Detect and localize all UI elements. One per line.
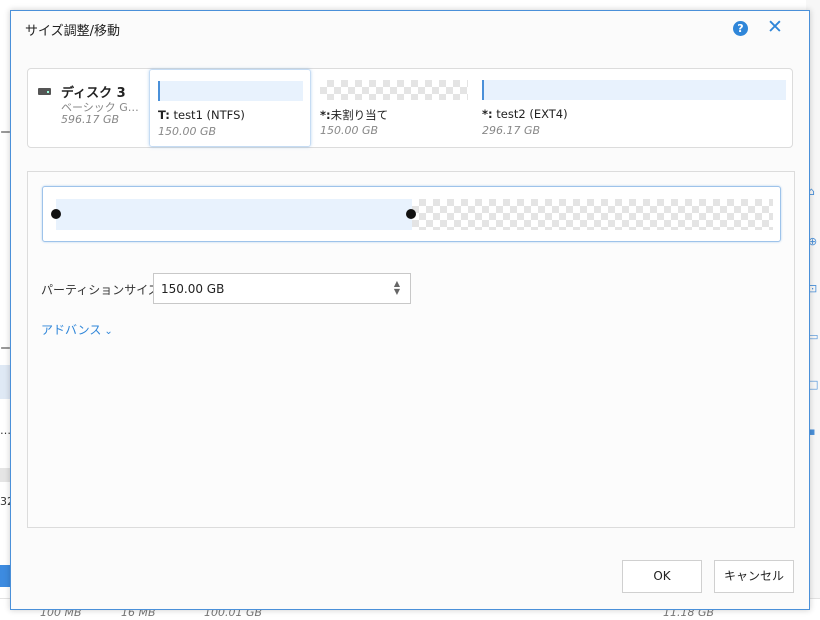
partition-usage-bar — [320, 80, 468, 100]
cancel-button[interactable]: キャンセル — [714, 560, 794, 593]
partition-block-unallocated[interactable]: *:未割り当て 150.00 GB — [312, 69, 472, 147]
slider-right-handle[interactable] — [406, 209, 416, 219]
slider-left-handle[interactable] — [51, 209, 61, 219]
partition-size: 150.00 GB — [158, 125, 217, 138]
partition-size: 296.17 GB — [482, 124, 541, 137]
resize-move-dialog: サイズ調整/移動 ? ✕ ディスク 3 ベーシック G… 596.17 GB T… — [10, 10, 810, 610]
partition-usage-bar — [158, 81, 303, 101]
partition-label: *:未割り当て — [320, 107, 388, 123]
spinner-down-icon[interactable]: ▼ — [393, 288, 401, 296]
help-icon[interactable]: ? — [733, 21, 748, 36]
partition-block-test2[interactable]: *: test2 (EXT4) 296.17 GB — [474, 69, 792, 147]
disk-drive-icon — [38, 88, 51, 95]
partition-size-value: 150.00 GB — [161, 282, 225, 296]
slider-unallocated-region — [412, 199, 773, 230]
disk-size: 596.17 GB — [61, 113, 120, 126]
ok-button[interactable]: OK — [622, 560, 702, 593]
partition-letter: *: — [482, 107, 493, 121]
partition-name: test1 (NTFS) — [173, 108, 245, 122]
partition-name: 未割り当て — [330, 108, 389, 122]
advanced-toggle[interactable]: アドバンス ⌄ — [41, 321, 113, 338]
slider-used-region — [56, 199, 412, 230]
chevron-down-icon: ⌄ — [104, 326, 113, 337]
partition-label: T: test1 (NTFS) — [158, 108, 245, 122]
partition-size-input[interactable]: 150.00 GB ▲ ▼ — [153, 273, 411, 304]
resize-panel: パーティションサイズ: 150.00 GB ▲ ▼ アドバンス ⌄ — [27, 171, 795, 528]
partition-letter: T: — [158, 108, 170, 122]
disk-map: ディスク 3 ベーシック G… 596.17 GB T: test1 (NTFS… — [27, 68, 793, 148]
partition-label: *: test2 (EXT4) — [482, 107, 568, 121]
partition-name: test2 (EXT4) — [496, 107, 568, 121]
partition-size: 150.00 GB — [320, 124, 379, 137]
partition-letter: *: — [320, 108, 331, 122]
partition-usage-bar — [482, 80, 786, 100]
advanced-label: アドバンス — [41, 323, 102, 337]
partition-block-test1[interactable]: T: test1 (NTFS) 150.00 GB — [149, 69, 311, 147]
dialog-title: サイズ調整/移動 — [25, 24, 120, 39]
spinner-icon[interactable]: ▲ ▼ — [393, 280, 401, 296]
close-icon[interactable]: ✕ — [767, 17, 783, 37]
partition-resize-slider[interactable] — [42, 186, 781, 242]
partition-size-label: パーティションサイズ: — [41, 283, 164, 297]
